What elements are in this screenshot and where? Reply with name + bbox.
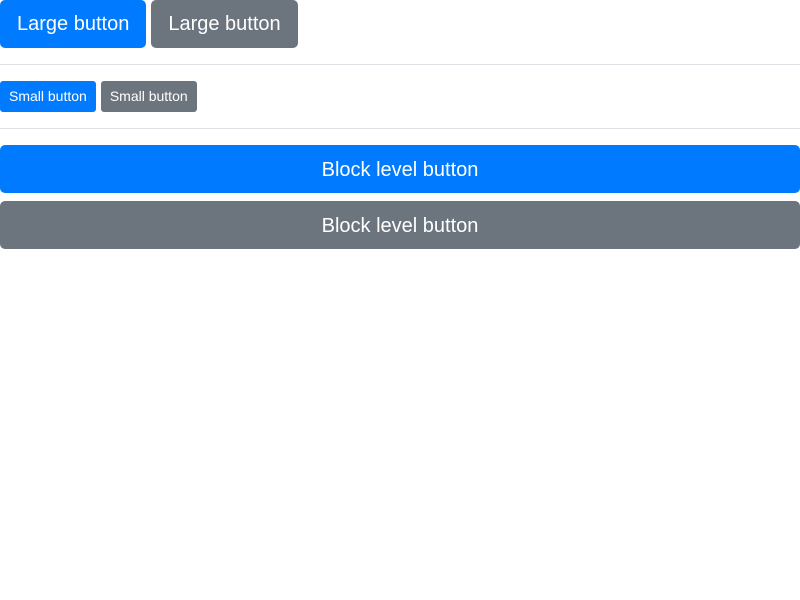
block-secondary-button[interactable]: Block level button [0, 201, 800, 249]
large-secondary-button[interactable]: Large button [151, 0, 298, 48]
divider-bottom [0, 128, 800, 129]
page: Large button Large button Small button Sma… [0, 0, 800, 600]
small-button-group: Small button Small button [0, 81, 197, 112]
small-primary-button[interactable]: Small button [0, 81, 96, 112]
large-primary-button[interactable]: Large button [0, 0, 147, 48]
large-button-group: Large button Large button [0, 0, 298, 48]
divider-top [0, 64, 800, 65]
block-primary-button[interactable]: Block level button [0, 145, 800, 193]
small-secondary-button[interactable]: Small button [100, 81, 197, 112]
